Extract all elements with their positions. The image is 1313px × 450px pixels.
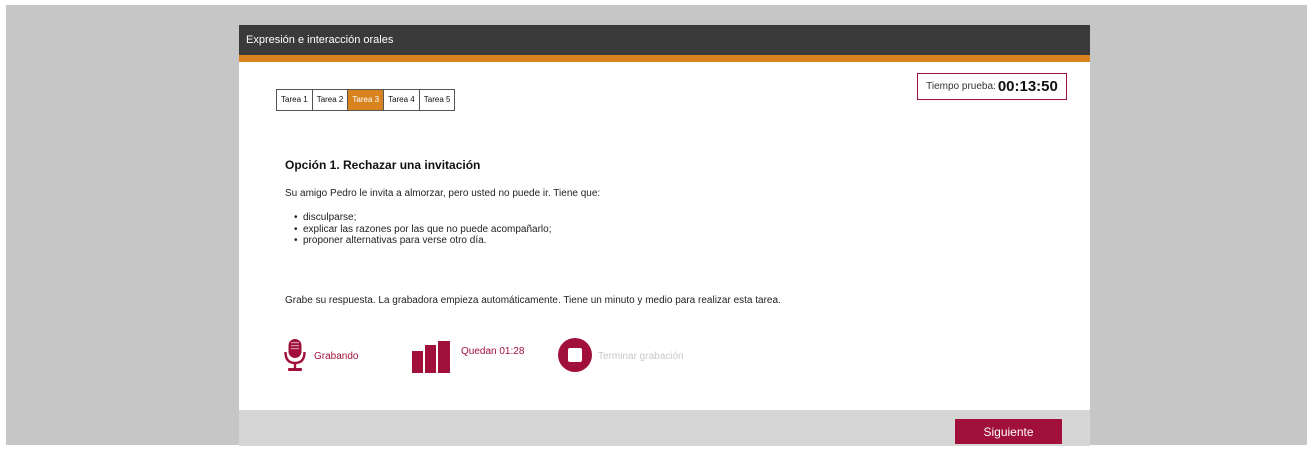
tab-tarea-3[interactable]: Tarea 3 — [348, 90, 385, 110]
recording-instructions: Grabe su respuesta. La grabadora empieza… — [285, 295, 781, 306]
audio-level-icon — [412, 341, 450, 373]
tab-tarea-4[interactable]: Tarea 4 — [384, 90, 420, 110]
window-title: Expresión e interacción orales — [239, 25, 1090, 55]
tab-tarea-5[interactable]: Tarea 5 — [419, 90, 455, 110]
microphone-icon — [284, 339, 306, 371]
task-bullet-list: disculparse; explicar las razones por la… — [294, 212, 552, 247]
footer-bar: Siguiente — [239, 410, 1090, 446]
next-button[interactable]: Siguiente — [955, 419, 1062, 444]
remaining-time: Quedan 01:28 — [461, 346, 525, 357]
list-item: explicar las razones por las que no pued… — [294, 224, 552, 236]
stop-recording-label[interactable]: Terminar grabación — [598, 351, 684, 362]
test-timer: Tiempo prueba: 00:13:50 — [917, 73, 1067, 100]
recorder-controls: Grabando Quedan 01:28 Terminar grabación — [239, 330, 1090, 380]
page-backdrop: Expresión e interacción orales Tarea 1 T… — [6, 5, 1307, 446]
task-title: Opción 1. Rechazar una invitación — [285, 158, 481, 172]
timer-label: Tiempo prueba: — [926, 81, 996, 92]
list-item: proponer alternativas para verse otro dí… — [294, 235, 552, 247]
task-tabs: Tarea 1 Tarea 2 Tarea 3 Tarea 4 Tarea 5 — [276, 89, 456, 111]
list-item: disculparse; — [294, 212, 552, 224]
tab-tarea-1[interactable]: Tarea 1 — [277, 90, 313, 110]
task-intro: Su amigo Pedro le invita a almorzar, per… — [285, 188, 601, 199]
tab-tarea-2[interactable]: Tarea 2 — [312, 90, 349, 110]
title-divider — [239, 55, 1090, 62]
exam-panel: Expresión e interacción orales Tarea 1 T… — [239, 25, 1090, 446]
timer-value: 00:13:50 — [997, 78, 1058, 95]
stop-recording-button[interactable] — [558, 338, 592, 372]
recording-status: Grabando — [314, 351, 359, 362]
